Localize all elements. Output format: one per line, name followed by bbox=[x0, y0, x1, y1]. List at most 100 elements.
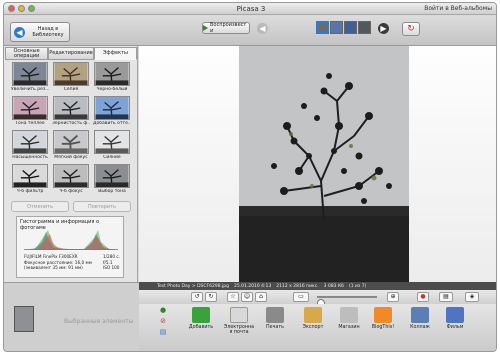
star-icon[interactable]: ☆ bbox=[227, 292, 239, 302]
effect-saturation[interactable]: Насыщенность bbox=[11, 130, 49, 163]
effect-tint[interactable]: Добавить отте... bbox=[93, 96, 131, 129]
photo-path: Test Photo Day > DSCF6298.jpg bbox=[157, 283, 229, 289]
window-title: Picasa 3 bbox=[236, 5, 266, 13]
effect-thumb bbox=[94, 62, 130, 86]
exif-right: 1/280 с. f/5.1 ISO 100 bbox=[103, 254, 120, 271]
view-toolbar: ↺ ↻ ☆ ☺ ⌂ ▭ ⊕ ● ▤ ◈ bbox=[139, 290, 496, 307]
movie-icon bbox=[446, 307, 464, 323]
effect-label: Ч-б фильтр bbox=[16, 189, 44, 194]
blogthis-button[interactable]: BlogThis! bbox=[367, 307, 399, 330]
effect-label: Черно-белый bbox=[96, 87, 128, 92]
effect-bw[interactable]: Черно-белый bbox=[93, 62, 131, 95]
next-photo-button[interactable]: ▶ bbox=[378, 23, 389, 34]
zoom-slider[interactable] bbox=[317, 296, 377, 307]
shop-button[interactable]: Магазин bbox=[333, 307, 365, 330]
print-icon bbox=[266, 307, 284, 323]
effect-filtered-bw[interactable]: Ч-б фильтр bbox=[11, 164, 49, 197]
previous-photo-button[interactable]: ◀ bbox=[257, 23, 268, 34]
upload-icon bbox=[192, 307, 210, 323]
people-icon[interactable]: ☺ bbox=[241, 292, 253, 302]
effect-thumb bbox=[94, 164, 130, 188]
filmstrip bbox=[316, 21, 371, 34]
effect-label: Увеличить рез... bbox=[11, 87, 49, 92]
iso: ISO 100 bbox=[102, 265, 120, 270]
export-label: Экспорт bbox=[302, 325, 324, 330]
rotate-left-icon[interactable]: ↺ bbox=[191, 292, 203, 302]
effect-thumb bbox=[12, 96, 48, 120]
filmstrip-thumb[interactable] bbox=[344, 21, 357, 34]
main-photo[interactable] bbox=[239, 46, 409, 282]
histogram-graph bbox=[24, 228, 118, 250]
tray-thumbnail[interactable] bbox=[14, 306, 34, 332]
tab-basic-fixes[interactable]: Основные операции bbox=[5, 47, 49, 60]
back-to-library-label: Назад в Библиотеку bbox=[32, 26, 64, 38]
add-to-icon[interactable]: ▤ bbox=[159, 328, 167, 336]
effect-label: Добавить отте... bbox=[93, 121, 131, 126]
undo-redo-row: Отменить Повторить bbox=[11, 201, 131, 212]
rotate-icon[interactable]: ↻ bbox=[402, 22, 420, 36]
play-icon bbox=[203, 25, 208, 31]
effect-sharpen[interactable]: Увеличить рез... bbox=[11, 62, 49, 95]
effect-glow[interactable]: Сияние bbox=[93, 130, 131, 163]
collage-button[interactable]: Коллаж bbox=[404, 307, 436, 330]
photo-filesize: 3 083 Кб bbox=[323, 283, 344, 289]
undo-button[interactable]: Отменить bbox=[11, 201, 69, 212]
effect-thumb bbox=[53, 164, 89, 188]
effect-sepia[interactable]: Сепия bbox=[52, 62, 90, 95]
photo-dimensions: 2112 x 2816 пикс. bbox=[276, 283, 319, 289]
slideshow-label: Воспроизвест и bbox=[210, 22, 247, 34]
effect-thumb bbox=[53, 130, 89, 154]
shop-label: Магазин bbox=[338, 325, 360, 330]
rotate-right-icon[interactable]: ↻ bbox=[205, 292, 217, 302]
effect-tone-select[interactable]: Выбор тона bbox=[93, 164, 131, 197]
upload-button[interactable]: Добавить bbox=[185, 307, 217, 330]
effect-warmify[interactable]: Тона теплее bbox=[11, 96, 49, 129]
effect-label: Сияние bbox=[103, 155, 121, 160]
tag-icon[interactable]: ⌂ bbox=[255, 292, 267, 302]
info-icon[interactable]: ◈ bbox=[465, 292, 479, 302]
effect-thumb bbox=[94, 130, 130, 154]
filmstrip-thumb[interactable] bbox=[316, 21, 329, 34]
clear-icon[interactable]: ⊘ bbox=[159, 317, 167, 325]
export-button[interactable]: Экспорт bbox=[297, 307, 329, 330]
effect-thumb bbox=[12, 62, 48, 86]
filmstrip-thumb[interactable] bbox=[330, 21, 343, 34]
photo-tray: Выбранные элементы bbox=[4, 282, 139, 351]
picasa-window: Picasa 3 Войти в Веб-альбомы ◀ Назад в Б… bbox=[3, 2, 497, 352]
collage-label: Коллаж bbox=[410, 325, 430, 330]
zoom-fit-icon[interactable]: ▭ bbox=[293, 292, 309, 302]
blogthis-label: BlogThis! bbox=[371, 325, 395, 330]
back-to-library-button[interactable]: ◀ Назад в Библиотеку bbox=[10, 22, 70, 42]
effect-focal-bw[interactable]: Ч-б фокус bbox=[52, 164, 90, 197]
shutter-speed: 1/280 с. bbox=[102, 254, 120, 259]
sign-in-link[interactable]: Войти в Веб-альбомы bbox=[424, 5, 492, 12]
email-button[interactable]: Электронна я почта bbox=[223, 307, 255, 335]
tab-tuning[interactable]: Редактирование bbox=[48, 47, 94, 60]
effect-label: Зернистость ф... bbox=[52, 121, 90, 126]
slideshow-button[interactable]: Воспроизвест и bbox=[202, 22, 250, 34]
photo-date: 25.01.2010 4:13 bbox=[233, 283, 272, 289]
caption-icon[interactable]: ▤ bbox=[439, 292, 453, 302]
movie-label: Фильм bbox=[446, 325, 464, 330]
redo-button[interactable]: Повторить bbox=[73, 201, 131, 212]
zoom-in-icon[interactable]: ⊕ bbox=[387, 292, 399, 302]
effect-label: Тона теплее bbox=[15, 121, 45, 126]
print-button[interactable]: Печать bbox=[259, 307, 291, 330]
tray-label: Выбранные элементы bbox=[64, 318, 134, 325]
effect-thumb bbox=[12, 130, 48, 154]
movie-button[interactable]: Фильм bbox=[439, 307, 471, 330]
filmstrip-thumb[interactable] bbox=[358, 21, 371, 34]
effect-label: Выбор тона bbox=[98, 189, 126, 194]
photo-viewer bbox=[139, 46, 496, 282]
effect-soft-focus[interactable]: Мягкий фокус bbox=[52, 130, 90, 163]
email-label: Электронна я почта bbox=[223, 325, 255, 335]
back-arrow-icon: ◀ bbox=[14, 26, 25, 38]
hold-icon[interactable]: ● bbox=[159, 306, 167, 314]
tab-effects[interactable]: Эффекты bbox=[93, 47, 138, 60]
effects-grid: Увеличить рез... Сепия Черно-белый Тона … bbox=[11, 62, 131, 197]
email-icon bbox=[230, 307, 248, 323]
effect-film-grain[interactable]: Зернистость ф... bbox=[52, 96, 90, 129]
effect-thumb bbox=[12, 164, 48, 188]
main-toolbar: ◀ Назад в Библиотеку Воспроизвест и ◀ ▶ … bbox=[4, 16, 496, 46]
geotag-icon[interactable]: ● bbox=[417, 292, 429, 302]
